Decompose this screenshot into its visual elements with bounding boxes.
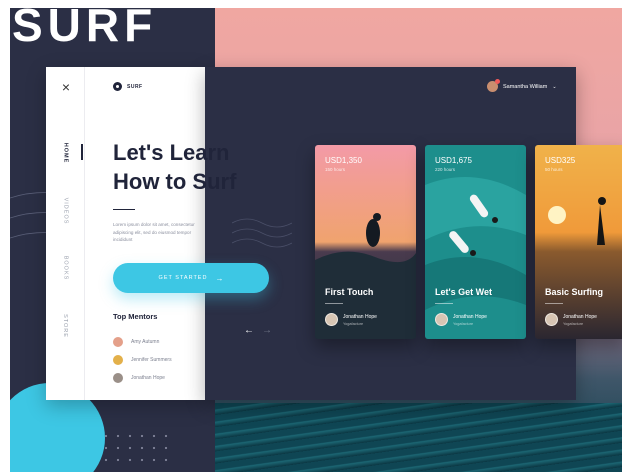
sidebar-nav: × HOME VIDEOS BOOKS STORE — [46, 67, 85, 400]
hero-description: Lorem ipsum dolor sit amet, consectetur … — [113, 222, 195, 242]
card-title: First Touch — [325, 287, 374, 297]
avatar — [545, 313, 558, 326]
mentor-item[interactable]: Jennifer Summers — [113, 355, 172, 365]
nav-item-label: HOME — [62, 142, 68, 164]
logo-label: SURF — [127, 83, 143, 90]
get-started-button[interactable]: GET STARTED → — [113, 263, 269, 293]
close-icon[interactable]: × — [58, 79, 74, 95]
mentors-heading: Top Mentors — [113, 312, 158, 321]
decorative-waves — [232, 218, 292, 248]
card-mentor: Jonathan Hope Yogafacture — [435, 313, 487, 326]
title-line-2: How to Surf — [113, 169, 237, 194]
card-price: USD1,675 — [435, 156, 472, 165]
title-divider — [113, 209, 135, 210]
card-mentor-name: Jonathan Hope — [343, 313, 377, 320]
card-divider — [325, 303, 343, 304]
course-card[interactable]: USD325 50 hours Basic Surfing Jonathan H… — [535, 145, 622, 339]
mentor-name: Jennifer Summers — [131, 357, 172, 363]
title-line-1: Let's Learn — [113, 140, 230, 165]
decorative-dot-grid — [100, 430, 170, 470]
nav-item-label: STORE — [61, 314, 68, 338]
nav-item-books[interactable]: BOOKS — [51, 248, 79, 288]
account-menu[interactable]: Samantha William ⌄ — [487, 79, 557, 92]
chevron-down-icon: ⌄ — [552, 83, 557, 90]
ocean-waves-image — [215, 403, 622, 472]
card-hours: 150 hours — [325, 167, 346, 172]
nav-item-label: BOOKS — [62, 255, 68, 281]
avatar — [113, 355, 123, 365]
cta-label: GET STARTED — [158, 275, 208, 281]
nav-item-videos[interactable]: VIDEOS — [51, 191, 79, 231]
brand-logo[interactable]: SURF — [113, 82, 143, 91]
mentor-name: Amy Autumn — [131, 339, 160, 345]
arrow-left-icon[interactable]: ← — [244, 325, 254, 336]
avatar — [487, 79, 500, 92]
card-mentor-role: Yogafacture — [563, 321, 584, 326]
card-mentor: Jonathan Hope Yogafacture — [545, 313, 597, 326]
course-card[interactable]: USD1,675 220 hours Let's Get Wet Jonatha… — [425, 145, 526, 339]
card-mentor-name: Jonathan Hope — [453, 313, 487, 320]
logo-icon — [113, 82, 122, 91]
avatar — [113, 337, 123, 347]
card-mentor: Jonathan Hope Yogafacture — [325, 313, 377, 326]
card-mentor-role: Yogafacture — [453, 321, 474, 326]
card-divider — [545, 303, 563, 304]
card-hours: 220 hours — [435, 167, 456, 172]
card-title: Basic Surfing — [545, 287, 604, 297]
mentor-item[interactable]: Amy Autumn — [113, 337, 159, 347]
course-card[interactable]: USD1,350 150 hours First Touch Jonathan … — [315, 145, 416, 339]
card-mentor-role: Yogafacture — [343, 321, 364, 326]
active-nav-indicator — [81, 144, 83, 160]
surfer-photo — [315, 145, 416, 339]
card-price: USD1,350 — [325, 156, 362, 165]
account-name: Samantha William — [503, 83, 548, 90]
avatar — [325, 313, 338, 326]
card-hours: 50 hours — [545, 167, 563, 172]
carousel-controls: ← → — [244, 325, 272, 336]
page-title: Let's Learn How to Surf — [113, 138, 293, 196]
card-mentor-name: Jonathan Hope — [563, 313, 597, 320]
beach-sunset-photo — [535, 145, 622, 339]
hero-brand-word: SURF — [12, 8, 158, 51]
card-price: USD325 — [545, 156, 576, 165]
card-divider — [435, 303, 453, 304]
mentor-item[interactable]: Jonathan Hope — [113, 373, 165, 383]
arrow-right-icon: → — [215, 273, 224, 283]
avatar — [435, 313, 448, 326]
avatar — [113, 373, 123, 383]
surfers-water-photo — [425, 145, 526, 339]
nav-item-store[interactable]: STORE — [51, 306, 79, 346]
nav-item-home[interactable]: HOME — [51, 133, 79, 173]
mentor-name: Jonathan Hope — [131, 375, 165, 381]
nav-item-label: VIDEOS — [61, 197, 68, 225]
arrow-right-icon[interactable]: → — [262, 325, 272, 336]
card-title: Let's Get Wet — [435, 287, 492, 297]
